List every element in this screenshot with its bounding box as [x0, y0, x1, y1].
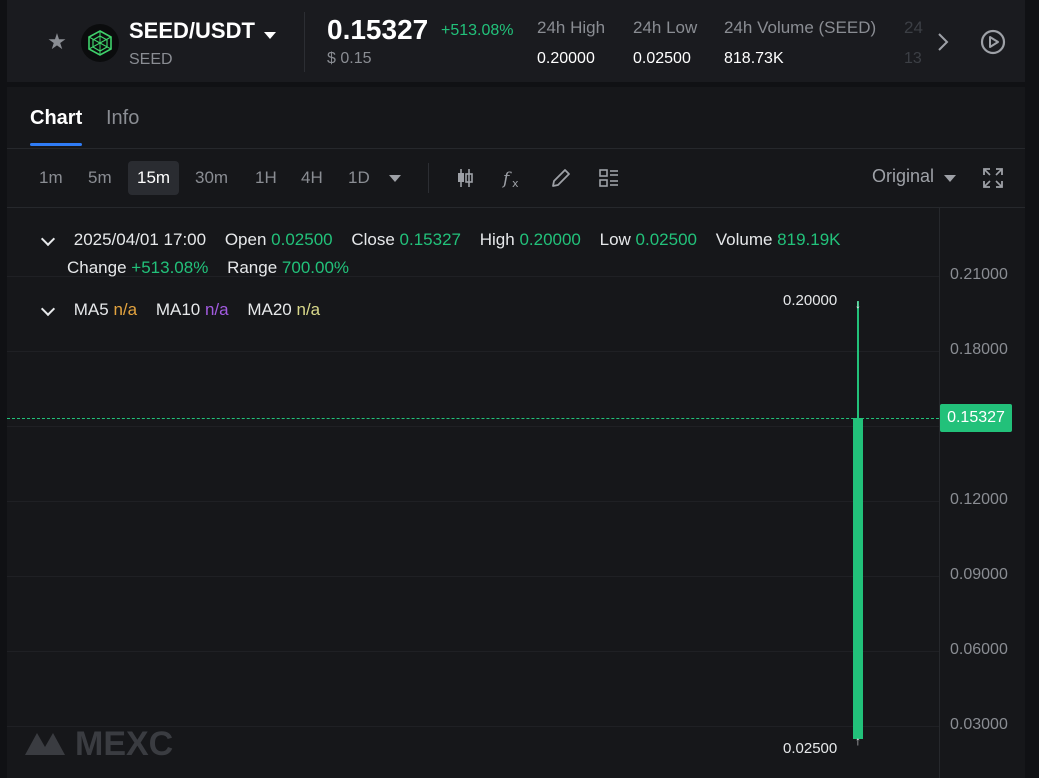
candlestick-chart[interactable]: 0.21000 0.18000 0.12000 0.09000 0.06000 …: [7, 208, 1025, 778]
close-label: Close: [351, 230, 395, 249]
stat-value: 818.73K: [724, 50, 784, 67]
y-tick-label: 0.03000: [950, 716, 1008, 733]
seed-logo-icon: [88, 30, 112, 56]
y-tick-label: 0.21000: [950, 266, 1008, 283]
stat-label: 24h High: [537, 18, 606, 37]
stat-clipped: 24 13: [904, 18, 924, 68]
ohlc-legend: 2025/04/01 17:00 Open 0.02500 Close 0.15…: [37, 230, 855, 328]
close-value: 0.15327: [399, 230, 461, 249]
active-tab-indicator: [30, 143, 82, 146]
interval-1h[interactable]: 1H: [246, 161, 286, 195]
volume-label: Volume: [715, 230, 773, 249]
interval-15m[interactable]: 15m: [128, 161, 180, 195]
chart-toolbar: 1m 5m 15m 30m 1H 4H 1D f x Original: [7, 149, 1025, 208]
ma10-value: n/a: [204, 300, 229, 319]
interval-4h[interactable]: 4H: [292, 161, 332, 195]
low-marker-label: 0.02500: [783, 740, 838, 757]
grid-line: [7, 651, 939, 652]
low-marker-arrow-icon: ↑: [855, 734, 861, 748]
ma5-value: n/a: [113, 300, 138, 319]
stat-24h-low: 24h Low 0.02500: [633, 18, 697, 68]
layout-settings-icon[interactable]: [597, 166, 621, 190]
stat-value: 13: [904, 50, 922, 67]
price-change-pct: +513.08%: [441, 22, 514, 39]
high-label: High: [479, 230, 515, 249]
candlestick-type-icon[interactable]: [453, 166, 477, 190]
grid-line: [7, 426, 939, 427]
high-value: 0.20000: [519, 230, 581, 249]
play-circle-icon[interactable]: [979, 28, 1007, 56]
low-value: 0.02500: [635, 230, 697, 249]
svg-text:MEXC: MEXC: [75, 725, 173, 761]
ticker-bar: ★ SEED/USDT SEED 0.15327 +513.08% $ 0.15…: [7, 0, 1025, 82]
volume-value: 819.19K: [777, 230, 841, 249]
pair-name[interactable]: SEED/USDT: [129, 18, 255, 44]
ma5-label: MA5: [73, 300, 109, 319]
favorite-star-icon[interactable]: ★: [45, 30, 69, 54]
candle-body[interactable]: [853, 418, 863, 739]
price-mode-select[interactable]: Original: [872, 166, 934, 187]
change-value: +513.08%: [131, 258, 209, 277]
base-asset: SEED: [129, 51, 173, 68]
y-tick-label: 0.18000: [950, 341, 1008, 358]
ma20-label: MA20: [247, 300, 292, 319]
tab-info[interactable]: Info: [106, 107, 139, 130]
ohlc-row: Change +513.08% Range 700.00%: [37, 258, 855, 286]
collapse-chevron-icon[interactable]: [40, 301, 56, 316]
high-marker-arrow-icon: ↓: [855, 297, 861, 311]
usd-price: $ 0.15: [327, 50, 372, 67]
chart-tabs: Chart Info: [7, 87, 1025, 149]
divider: [304, 12, 305, 72]
price-mode-dropdown-icon[interactable]: [944, 175, 956, 182]
ohlc-row: 2025/04/01 17:00 Open 0.02500 Close 0.15…: [37, 230, 855, 258]
stat-value: 0.20000: [537, 50, 595, 67]
stat-label: 24h Volume (SEED): [724, 18, 877, 37]
interval-1d[interactable]: 1D: [339, 161, 379, 195]
draw-pencil-icon[interactable]: [549, 166, 573, 190]
stat-24h-high: 24h High 0.20000: [537, 18, 605, 68]
grid-line: [7, 576, 939, 577]
stat-24h-volume: 24h Volume (SEED) 818.73K: [724, 18, 876, 68]
interval-5m[interactable]: 5m: [79, 161, 121, 195]
open-label: Open: [224, 230, 267, 249]
svg-text:f: f: [501, 169, 512, 189]
change-label: Change: [67, 258, 127, 277]
indicators-fx-icon[interactable]: f x: [501, 166, 525, 190]
stat-label: 24h Low: [633, 18, 698, 37]
range-label: Range: [227, 258, 278, 277]
interval-1m[interactable]: 1m: [30, 161, 72, 195]
divider: [428, 163, 429, 193]
more-intervals-dropdown-icon[interactable]: [389, 175, 401, 182]
candle-date: 2025/04/01 17:00: [73, 230, 207, 249]
fullscreen-icon[interactable]: [981, 166, 1005, 190]
seed-coin-logo: [81, 24, 119, 62]
collapse-chevron-icon[interactable]: [40, 231, 56, 246]
pair-dropdown-icon[interactable]: [264, 32, 276, 39]
chevron-right-icon[interactable]: [936, 30, 950, 54]
interval-30m[interactable]: 30m: [186, 161, 237, 195]
tab-chart[interactable]: Chart: [30, 107, 82, 130]
last-price: 0.15327: [327, 14, 429, 45]
current-price-badge: 0.15327: [940, 404, 1012, 432]
grid-line: [7, 351, 939, 352]
mexc-watermark-logo: MEXC: [25, 725, 173, 761]
ma20-value: n/a: [296, 300, 321, 319]
y-tick-label: 0.06000: [950, 641, 1008, 658]
y-tick-label: 0.09000: [950, 566, 1008, 583]
range-value: 700.00%: [281, 258, 350, 277]
stat-label: 24: [904, 18, 923, 37]
chart-panel: Chart Info 1m 5m 15m 30m 1H 4H 1D f x Or…: [7, 87, 1025, 778]
low-label: Low: [599, 230, 631, 249]
grid-line: [7, 501, 939, 502]
stat-value: 0.02500: [633, 50, 691, 67]
svg-text:x: x: [512, 177, 519, 190]
ma-row: MA5 n/a MA10 n/a MA20 n/a: [37, 300, 855, 328]
open-value: 0.02500: [271, 230, 333, 249]
ma10-label: MA10: [155, 300, 201, 319]
y-tick-label: 0.12000: [950, 491, 1008, 508]
current-price-line: [7, 418, 939, 419]
